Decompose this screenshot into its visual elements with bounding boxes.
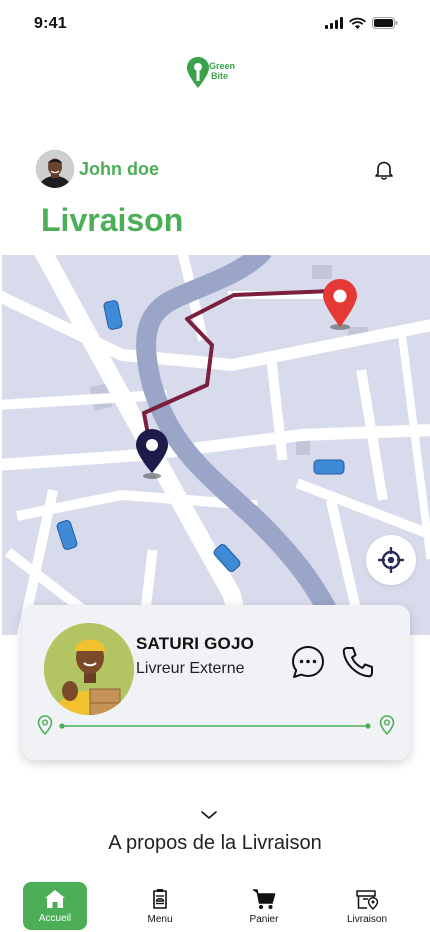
logo-text: Green Bite xyxy=(209,61,235,81)
battery-icon xyxy=(372,17,398,29)
nav-panier[interactable]: Panier xyxy=(232,882,296,930)
status-bar: 9:41 xyxy=(0,0,430,48)
crosshair-icon xyxy=(378,547,404,573)
driver-name: SATURI GOJO xyxy=(136,634,255,653)
avatar[interactable] xyxy=(36,150,74,188)
notifications-button[interactable] xyxy=(373,159,395,181)
page-title: Livraison xyxy=(41,202,184,238)
logo-pin-icon xyxy=(187,57,209,88)
expand-about-button[interactable] xyxy=(199,808,219,822)
home-icon xyxy=(45,889,65,908)
status-icons xyxy=(325,17,398,29)
nav-menu[interactable]: Menu xyxy=(128,882,192,930)
nav-label-accueil: Accueil xyxy=(38,912,72,924)
user-name: John doe xyxy=(79,158,159,179)
avatar-image xyxy=(36,150,74,188)
bottom-nav: Accueil Menu Panier Livraison xyxy=(0,874,430,932)
delivery-progress-track xyxy=(34,713,398,739)
status-time: 9:41 xyxy=(34,15,67,32)
delivery-icon xyxy=(356,889,379,910)
driver-card: SATURI GOJO Livreur Externe xyxy=(22,605,410,760)
chat-button[interactable] xyxy=(290,644,326,680)
progress-line xyxy=(37,715,395,736)
driver-image xyxy=(44,623,134,715)
phone-icon xyxy=(342,647,373,678)
about-delivery-label[interactable]: A propos de la Livraison xyxy=(0,832,430,855)
end-location-icon xyxy=(379,715,395,736)
start-location-icon xyxy=(37,715,53,736)
wifi-icon xyxy=(349,17,366,29)
cart-icon xyxy=(253,888,276,909)
logo-line2: Bite xyxy=(211,71,229,81)
menu-icon xyxy=(153,888,167,909)
signal-icon xyxy=(325,17,343,29)
delivery-map[interactable] xyxy=(2,255,430,635)
locate-me-button[interactable] xyxy=(366,535,416,585)
bell-icon xyxy=(375,161,393,180)
green-bite-logo: Green Bite xyxy=(186,56,246,90)
nav-label-livraison: Livraison xyxy=(346,913,388,925)
nav-label-panier: Panier xyxy=(249,913,279,925)
nav-livraison[interactable]: Livraison xyxy=(335,882,399,930)
nav-accueil[interactable]: Accueil xyxy=(23,882,87,930)
nav-label-menu: Menu xyxy=(147,913,173,925)
chevron-down-icon xyxy=(201,811,217,819)
logo-line1: Green xyxy=(209,61,236,71)
user-profile[interactable]: John doe xyxy=(36,150,159,188)
driver-photo xyxy=(44,623,134,715)
chat-icon xyxy=(292,646,324,678)
call-button[interactable] xyxy=(340,644,376,680)
driver-role: Livreur Externe xyxy=(136,660,245,677)
map-canvas xyxy=(2,255,430,635)
